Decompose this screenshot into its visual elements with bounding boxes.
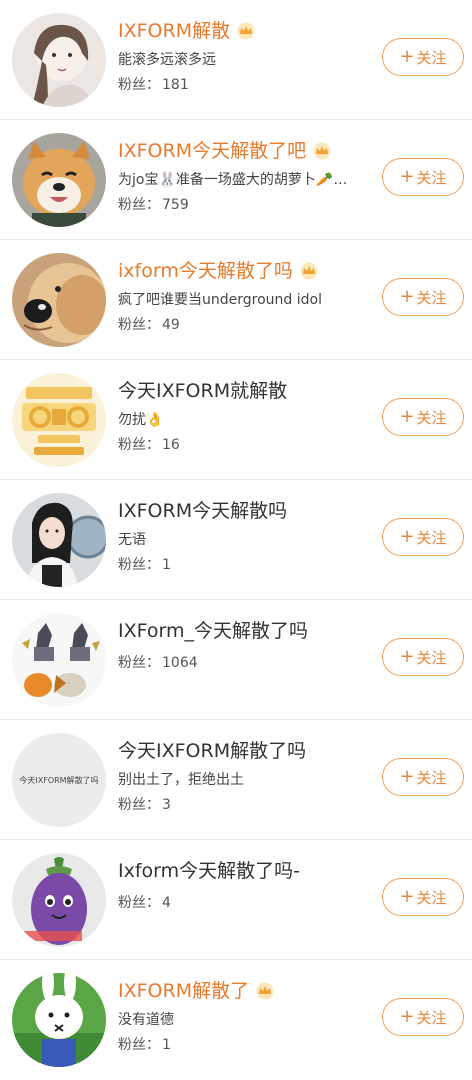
avatar[interactable] [12, 253, 106, 347]
avatar[interactable] [12, 973, 106, 1067]
avatar[interactable] [12, 13, 106, 107]
user-name[interactable]: IXFORM今天解散了吧 [118, 134, 306, 168]
list-item[interactable]: IXFORM今天解散了吧 为jo宝🐰准备一场盛大的胡萝卜🥕… 粉丝： 759 + 关… [0, 120, 472, 240]
vip-crown-icon [256, 982, 274, 1000]
plus-icon: + [399, 46, 415, 67]
follow-button[interactable]: + 关注 [382, 758, 464, 796]
fans-count: 粉丝： 181 [118, 77, 189, 93]
follow-button[interactable]: + 关注 [382, 638, 464, 676]
user-name[interactable]: IXFORM今天解散吗 [118, 494, 287, 528]
avatar[interactable] [12, 493, 106, 587]
user-bio: 疯了吧谁要当underground idol [118, 292, 322, 308]
fans-count: 粉丝： 1 [118, 1037, 171, 1053]
list-item[interactable]: IXForm_今天解散了吗 粉丝： 1064 + 关注 [0, 600, 472, 720]
user-bio: 勿扰👌 [118, 412, 164, 428]
avatar[interactable] [12, 133, 106, 227]
avatar-text: 今天IXFORM解散了吗 [19, 775, 99, 785]
avatar[interactable] [12, 853, 106, 947]
plus-icon: + [399, 766, 415, 787]
plus-icon: + [399, 526, 415, 547]
user-bio: 别出土了，拒绝出土 [118, 772, 244, 788]
user-name[interactable]: 今天IXFORM解散了吗 [118, 734, 306, 768]
fans-count: 粉丝： 49 [118, 317, 180, 333]
list-item[interactable]: Ixform今天解散了吗- 粉丝： 4 + 关注 [0, 840, 472, 960]
plus-icon: + [399, 166, 415, 187]
fans-count: 粉丝： 759 [118, 197, 189, 213]
avatar[interactable] [12, 373, 106, 467]
fans-count: 粉丝： 4 [118, 895, 171, 911]
user-name[interactable]: Ixform今天解散了吗- [118, 854, 300, 888]
avatar[interactable] [12, 613, 106, 707]
follow-button[interactable]: + 关注 [382, 278, 464, 316]
user-name[interactable]: 今天IXFORM就解散 [118, 374, 287, 408]
user-name[interactable]: IXFORM解散 [118, 14, 230, 48]
plus-icon: + [399, 406, 415, 427]
user-bio: 能滚多远滚多远 [118, 52, 216, 68]
follow-button[interactable]: + 关注 [382, 38, 464, 76]
plus-icon: + [399, 1006, 415, 1027]
follow-button[interactable]: + 关注 [382, 158, 464, 196]
user-name[interactable]: IXFORM解散了 [118, 974, 249, 1008]
list-item[interactable]: 今天IXFORM解散了吗 今天IXFORM解散了吗 别出土了，拒绝出土 粉丝： 3… [0, 720, 472, 840]
vip-crown-icon [237, 22, 255, 40]
user-name[interactable]: IXForm_今天解散了吗 [118, 614, 308, 648]
plus-icon: + [399, 646, 415, 667]
user-name[interactable]: ixform今天解散了吗 [118, 254, 293, 288]
follow-button[interactable]: + 关注 [382, 998, 464, 1036]
follow-button[interactable]: + 关注 [382, 518, 464, 556]
list-item[interactable]: 今天IXFORM就解散 勿扰👌 粉丝： 16 + 关注 [0, 360, 472, 480]
avatar[interactable]: 今天IXFORM解散了吗 [12, 733, 106, 827]
plus-icon: + [399, 286, 415, 307]
user-list: IXFORM解散 能滚多远滚多远 粉丝： 181 + 关注 IXFORM今天解散… [0, 0, 472, 1080]
vip-crown-icon [313, 142, 331, 160]
fans-count: 粉丝： 16 [118, 437, 180, 453]
fans-count: 粉丝： 1 [118, 557, 171, 573]
plus-icon: + [399, 886, 415, 907]
follow-button[interactable]: + 关注 [382, 878, 464, 916]
user-bio: 无语 [118, 532, 146, 548]
fans-count: 粉丝： 3 [118, 797, 171, 813]
vip-crown-icon [300, 262, 318, 280]
list-item[interactable]: IXFORM解散 能滚多远滚多远 粉丝： 181 + 关注 [0, 0, 472, 120]
list-item[interactable]: IXFORM今天解散吗 无语 粉丝： 1 + 关注 [0, 480, 472, 600]
list-item[interactable]: IXFORM解散了 没有道德 粉丝： 1 + 关注 [0, 960, 472, 1080]
list-item[interactable]: ixform今天解散了吗 疯了吧谁要当underground idol 粉丝： 4… [0, 240, 472, 360]
user-bio: 为jo宝🐰准备一场盛大的胡萝卜🥕… [118, 172, 348, 188]
user-bio: 没有道德 [118, 1012, 174, 1028]
follow-button[interactable]: + 关注 [382, 398, 464, 436]
fans-count: 粉丝： 1064 [118, 655, 198, 671]
